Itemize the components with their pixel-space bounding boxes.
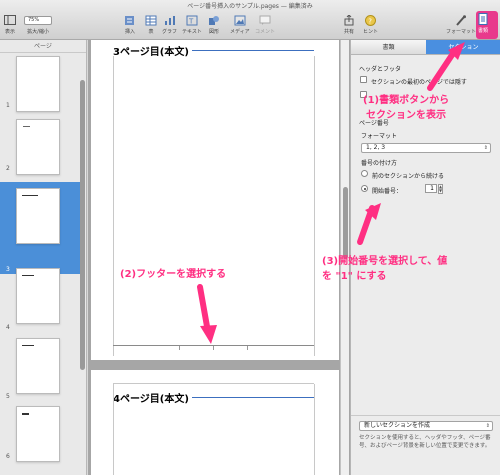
margin-guide-left <box>113 56 114 356</box>
format-select[interactable]: 1, 2, 3 ⇕ <box>361 143 491 153</box>
page-thumbnail-sidebar: ページ 1 2 3 4 5 6 <box>0 40 87 475</box>
new-section-button[interactable]: 新しいセクションを作成 ⇕ <box>359 421 493 431</box>
tips-icon: ? <box>365 14 376 26</box>
start-at-stepper[interactable]: ▲ ▼ <box>438 184 443 194</box>
document-canvas: 3ページ目(本文) 4ページ目(本文) <box>88 40 350 475</box>
page3-heading[interactable]: 3ページ目(本文) <box>113 43 189 58</box>
share-button[interactable]: 共有 <box>344 14 354 35</box>
document-button[interactable]: 書類 <box>478 13 488 34</box>
window-title: ページ番号挿入のサンプル.pages — 編集済み <box>187 3 313 10</box>
numbering-label: 番号の付け方 <box>361 160 398 167</box>
comment-label: コメント <box>255 29 276 35</box>
zoom-control[interactable]: 75% 拡大/縮小 <box>24 14 52 35</box>
toolbar: ページ番号挿入のサンプル.pages — 編集済み 表示 75% 拡大/縮小 挿… <box>0 0 500 40</box>
document-icon <box>478 13 488 25</box>
inspector-tabs: 書類 セクション <box>351 40 500 55</box>
page-number-2: 2 <box>6 165 10 172</box>
margin-guide-right <box>314 56 315 356</box>
page-thumbnail-3[interactable] <box>16 188 60 244</box>
page-3: 3ページ目(本文) <box>91 40 339 360</box>
text-icon: T <box>186 14 198 26</box>
comment-button[interactable]: コメント <box>255 14 275 35</box>
document-label: 書類 <box>478 28 489 34</box>
page-thumbnail-5[interactable] <box>16 338 60 394</box>
heading-underline <box>192 50 314 51</box>
format-label: フォーマット <box>446 29 477 35</box>
format-value: 1, 2, 3 <box>366 144 386 151</box>
page4-heading[interactable]: 4ページ目(本文) <box>113 390 189 405</box>
page-number-3: 3 <box>6 266 10 273</box>
annotation-step1-line2: セクションを表示 <box>366 110 446 121</box>
divider <box>351 415 500 416</box>
heading-underline <box>192 397 314 398</box>
shape-icon <box>208 14 220 26</box>
chart-icon <box>164 14 176 26</box>
hide-on-first-label: セクションの最初のページでは隠す <box>371 79 467 86</box>
share-icon <box>344 14 354 26</box>
svg-text:T: T <box>188 17 194 25</box>
shape-button[interactable]: 図形 <box>208 14 220 35</box>
format-label: フォーマット <box>361 133 398 140</box>
table-button[interactable]: 表 <box>145 14 157 35</box>
insert-button[interactable]: 挿入 <box>124 14 136 35</box>
header-guide <box>113 383 314 384</box>
media-label: メディア <box>230 29 250 35</box>
tab-document[interactable]: 書類 <box>351 40 426 55</box>
sidebar-header: ページ <box>0 40 86 53</box>
media-button[interactable]: メディア <box>230 14 250 35</box>
annotation-step1-line1: (1)書類ボタンから <box>363 95 450 106</box>
annotation-step3-line1: (3)開始番号を選択して、値 <box>322 256 448 267</box>
section-hint-text: セクションを使用すると、ヘッダやフッタ、ページ番号、およびページ背景を新しい位置… <box>359 435 491 449</box>
page-4: 4ページ目(本文) <box>91 370 339 475</box>
paintbrush-icon <box>455 14 467 26</box>
tips-button[interactable]: ? ヒント <box>363 14 378 35</box>
chevron-updown-icon: ⇕ <box>483 145 488 151</box>
zoom-label: 拡大/縮小 <box>27 29 49 35</box>
page-number-6: 6 <box>6 453 10 460</box>
continue-label: 前のセクションから続ける <box>372 173 445 180</box>
margin-guide-left <box>113 384 114 475</box>
chart-label: グラフ <box>162 29 178 35</box>
scrollbar-thumb[interactable] <box>343 187 348 259</box>
insert-label: 挿入 <box>124 29 135 35</box>
annotation-step3-line2: を "1" にする <box>322 271 387 282</box>
tips-label: ヒント <box>363 29 379 35</box>
page-thumbnail-6[interactable] <box>16 406 60 462</box>
page-number-1: 1 <box>6 102 10 109</box>
media-icon <box>234 14 246 26</box>
sidebar-scrollbar[interactable] <box>80 80 85 370</box>
page-thumbnail-1[interactable] <box>16 56 60 112</box>
shape-label: 図形 <box>208 29 219 35</box>
chevron-updown-icon: ⇕ <box>485 423 490 429</box>
svg-text:?: ? <box>368 17 372 25</box>
comment-icon <box>259 14 271 26</box>
view-label: 表示 <box>4 29 15 35</box>
header-footer-label: ヘッダとフッタ <box>359 66 402 73</box>
new-section-label: 新しいセクションを作成 <box>364 422 431 429</box>
page-number-5: 5 <box>6 393 10 400</box>
start-at-input[interactable]: 1 <box>425 184 437 193</box>
page-thumbnail-4[interactable] <box>16 268 60 324</box>
continue-radio[interactable] <box>361 170 368 177</box>
zoom-select[interactable]: 75% <box>24 15 52 25</box>
share-label: 共有 <box>344 29 355 35</box>
start-at-radio[interactable] <box>361 185 368 192</box>
tab-section[interactable]: セクション <box>426 40 500 55</box>
hide-on-first-checkbox[interactable] <box>360 76 367 83</box>
margin-guide-right <box>314 384 315 475</box>
chart-button[interactable]: グラフ <box>162 14 177 35</box>
insert-icon <box>124 14 136 26</box>
view-button[interactable]: 表示 <box>4 14 16 35</box>
start-at-label: 開始番号： <box>372 188 403 195</box>
page-number-4: 4 <box>6 324 10 331</box>
text-label: テキスト <box>182 29 202 35</box>
view-icon <box>4 14 16 26</box>
table-icon <box>145 14 157 26</box>
annotation-step2: (2)フッターを選択する <box>120 269 227 280</box>
format-button[interactable]: フォーマット <box>446 14 476 35</box>
text-button[interactable]: T テキスト <box>182 14 202 35</box>
page-thumbnail-2[interactable] <box>16 119 60 175</box>
footer-area[interactable] <box>113 345 314 351</box>
table-label: 表 <box>148 29 154 35</box>
